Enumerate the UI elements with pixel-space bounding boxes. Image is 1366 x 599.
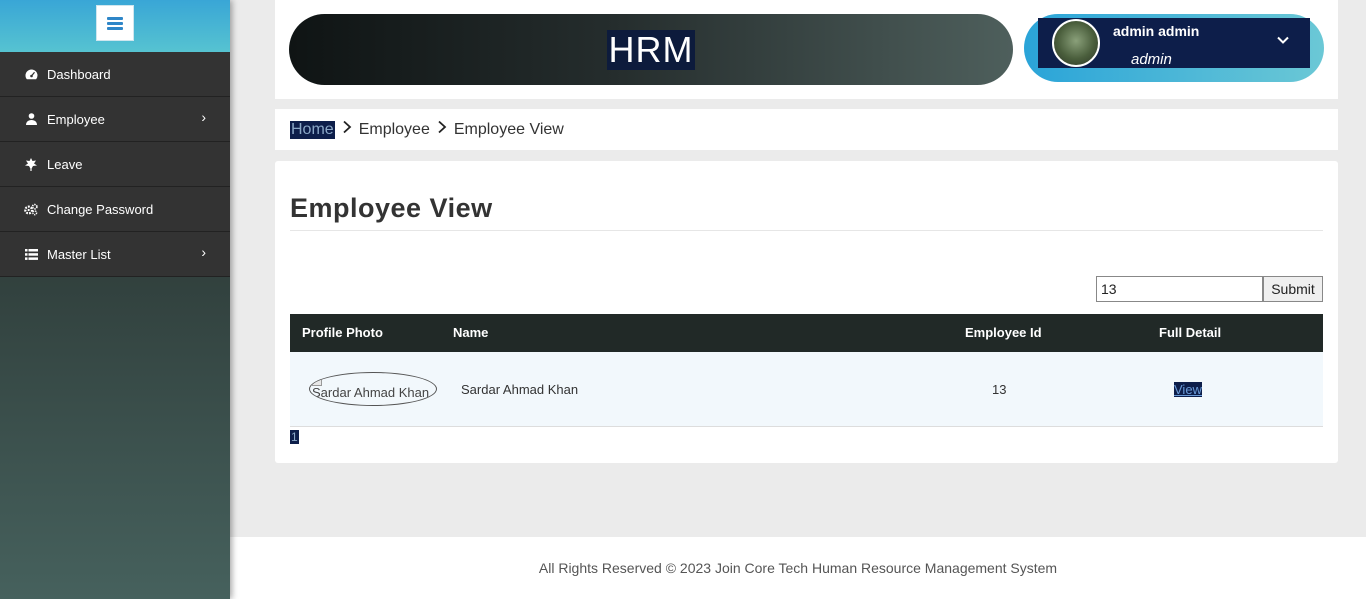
chevron-right-icon	[433, 120, 451, 139]
sidebar: Dashboard Employee › Leave Change Passwo…	[0, 0, 230, 599]
breadcrumb-employee-link[interactable]: Employee	[359, 121, 430, 139]
user-menu[interactable]: admin admin admin	[1024, 14, 1324, 82]
tachometer-icon	[24, 67, 38, 81]
profile-photo-alt-text: Sardar Ahmad Khan	[312, 385, 430, 400]
brand-title: HRM	[606, 28, 696, 70]
brand-banner: HRM	[289, 14, 1013, 85]
user-icon	[24, 112, 38, 126]
chevron-right-icon: ›	[201, 244, 206, 260]
employee-table: Profile Photo Name Employee Id Full Deta…	[290, 314, 1323, 427]
user-menu-box[interactable]: admin admin admin	[1038, 18, 1310, 68]
employee-name-cell: Sardar Ahmad Khan	[461, 382, 579, 397]
employee-view-card: Employee View Submit Profile Photo Name …	[275, 161, 1338, 463]
sidebar-item-master-list[interactable]: Master List ›	[0, 232, 230, 277]
table-row: Sardar Ahmad Khan Sardar Ahmad Khan 13 V…	[290, 352, 1323, 427]
column-header-employee-id: Employee Id	[965, 325, 1042, 340]
cogs-icon	[24, 202, 38, 216]
employee-id-cell: 13	[992, 382, 1007, 397]
submit-button[interactable]: Submit	[1263, 276, 1323, 302]
sidebar-item-label: Employee	[47, 111, 105, 127]
broken-image-icon	[312, 376, 322, 386]
sidebar-item-change-password[interactable]: Change Password	[0, 187, 230, 232]
sidebar-item-label: Master List	[47, 246, 111, 262]
employee-id-search-input[interactable]	[1096, 276, 1263, 302]
leaf-icon	[24, 157, 38, 171]
divider	[290, 230, 1323, 231]
user-role: admin	[1131, 51, 1172, 68]
footer-copyright: All Rights Reserved © 2023 Join Core Tec…	[538, 560, 1058, 576]
sidebar-item-label: Leave	[47, 156, 83, 172]
menu-toggle-button[interactable]	[96, 5, 134, 41]
list-icon	[24, 247, 38, 261]
chevron-down-icon[interactable]	[1276, 33, 1290, 47]
table-header: Profile Photo Name Employee Id Full Deta…	[290, 314, 1323, 352]
column-header-name: Name	[453, 325, 489, 340]
sidebar-item-label: Dashboard	[47, 66, 111, 82]
top-header: HRM admin admin admin	[275, 0, 1338, 99]
sidebar-item-leave[interactable]: Leave	[0, 142, 230, 187]
column-header-full-detail: Full Detail	[1159, 325, 1222, 340]
sidebar-item-employee[interactable]: Employee ›	[0, 97, 230, 142]
breadcrumb: Home Employee Employee View	[275, 109, 1338, 150]
sidebar-item-dashboard[interactable]: Dashboard	[0, 52, 230, 97]
profile-photo: Sardar Ahmad Khan	[309, 372, 437, 406]
sidebar-nav: Dashboard Employee › Leave Change Passwo…	[0, 52, 230, 277]
breadcrumb-current: Employee View	[453, 120, 564, 138]
view-detail-link[interactable]: View	[1174, 382, 1202, 397]
chevron-right-icon	[338, 120, 356, 139]
footer: All Rights Reserved © 2023 Join Core Tec…	[230, 537, 1366, 599]
page-title: Employee View	[290, 193, 493, 223]
breadcrumb-home-link[interactable]: Home	[290, 120, 335, 139]
avatar	[1052, 19, 1100, 67]
column-header-profile-photo: Profile Photo	[302, 325, 383, 340]
chevron-right-icon: ›	[201, 109, 206, 125]
sidebar-header	[0, 0, 230, 52]
sidebar-item-label: Change Password	[47, 201, 154, 217]
hamburger-icon	[107, 16, 123, 30]
user-name: admin admin	[1113, 23, 1200, 39]
pagination-page-link[interactable]: 1	[290, 430, 299, 444]
